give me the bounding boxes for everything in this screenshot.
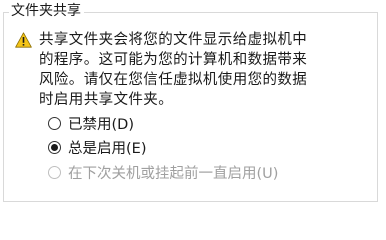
radio-label-disabled: 已禁用(D): [68, 116, 134, 133]
group-title: 文件夹共享: [9, 2, 84, 20]
radio-option-until-suspend: 在下次关机或挂起前一直启用(U): [48, 162, 278, 182]
warning-text: 共享文件夹会将您的文件显示给虚拟机中 的程序。这可能为您的计算机和数据带来 风险…: [39, 32, 308, 108]
radio-option-disabled[interactable]: 已禁用(D): [48, 113, 134, 133]
radio-button-always-enabled[interactable]: [48, 140, 61, 154]
radio-button-until-suspend: [48, 165, 61, 179]
warning-icon: [15, 32, 32, 48]
radio-button-disabled[interactable]: [48, 116, 61, 130]
radio-label-always-enabled: 总是启用(E): [68, 140, 147, 157]
radio-label-until-suspend: 在下次关机或挂起前一直启用(U): [68, 165, 279, 182]
radio-option-always-enabled[interactable]: 总是启用(E): [48, 137, 146, 157]
